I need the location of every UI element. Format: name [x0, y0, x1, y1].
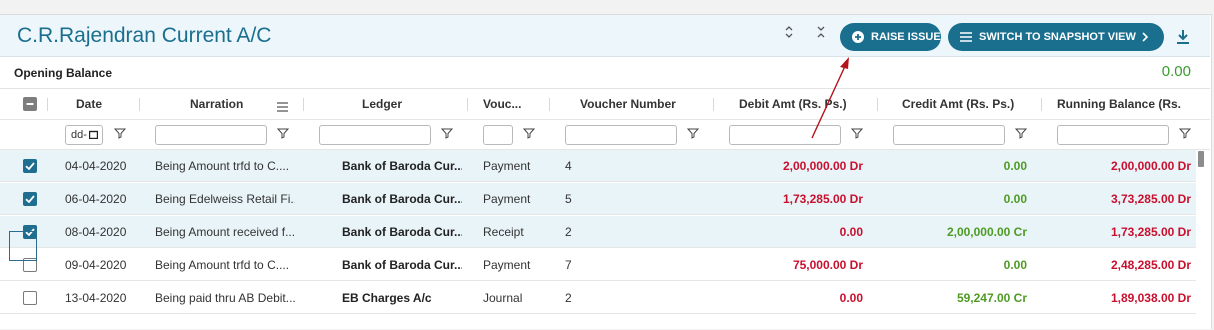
annotation-arrow [811, 57, 849, 139]
